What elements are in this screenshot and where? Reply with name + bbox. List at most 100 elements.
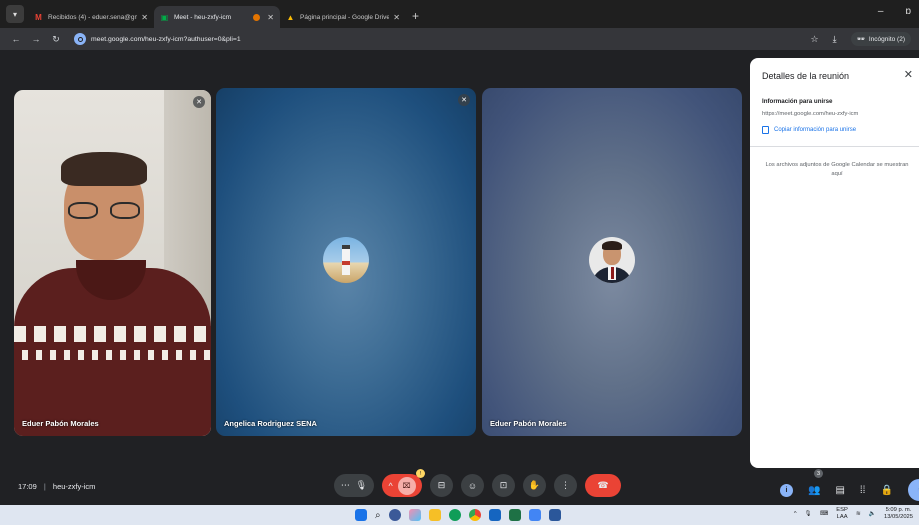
chevron-up-icon[interactable]: ^ bbox=[794, 511, 797, 517]
active-panel-icon[interactable]: ◔ bbox=[907, 479, 919, 501]
file-explorer-icon[interactable] bbox=[428, 509, 441, 521]
people-button[interactable]: 👥 bbox=[808, 485, 820, 496]
close-icon[interactable]: ✕ bbox=[141, 13, 148, 22]
bookmark-star-icon[interactable]: ☆ bbox=[811, 34, 819, 45]
incognito-badge[interactable]: 🕶 Incógnito (2) bbox=[850, 32, 911, 46]
captions-button[interactable]: ⊟ bbox=[430, 474, 453, 497]
mic-button[interactable]: ⋯ 🎙 bbox=[334, 474, 374, 497]
download-icon[interactable]: ⤓ bbox=[833, 34, 837, 45]
meet-app-icon[interactable] bbox=[388, 509, 401, 521]
meeting-info-icon[interactable]: i bbox=[780, 483, 793, 497]
copy-join-info-label: Copiar información para unirse bbox=[774, 127, 857, 133]
mic-muted-icon: ✕ bbox=[458, 94, 470, 106]
participant-name: Eduer Pabón Morales bbox=[22, 419, 99, 428]
excel-icon[interactable] bbox=[508, 509, 521, 521]
mic-muted-icon: ✕ bbox=[193, 96, 205, 108]
taskbar-clock[interactable]: 5:09 p. m. 13/05/2025 bbox=[884, 507, 913, 521]
close-icon[interactable]: ✕ bbox=[267, 13, 274, 22]
keyboard-icon[interactable]: ⌨ bbox=[820, 511, 828, 517]
camera-off-icon: ⌧ bbox=[397, 476, 416, 495]
participant-hair bbox=[61, 152, 147, 186]
man-avatar bbox=[589, 237, 635, 283]
edge-icon[interactable] bbox=[448, 509, 461, 521]
microphone-icon: 🎙 bbox=[355, 480, 368, 490]
copy-icon bbox=[762, 126, 769, 134]
tab-title: Página principal - Google Drive bbox=[300, 13, 390, 21]
notepad-icon[interactable] bbox=[528, 509, 541, 521]
meeting-time: 17:09 bbox=[18, 482, 37, 491]
participant-tile[interactable]: ✕ Eduer Pabón Morales bbox=[14, 90, 211, 436]
restore-icon[interactable]: ɒ bbox=[905, 6, 911, 17]
forward-icon[interactable]: → bbox=[28, 34, 44, 44]
chevron-up-icon: ^ bbox=[388, 480, 393, 491]
participant-name: Eduer Pabón Morales bbox=[490, 419, 567, 428]
reload-icon[interactable]: ↻ bbox=[48, 34, 64, 45]
back-icon[interactable]: ← bbox=[8, 34, 24, 44]
address-bar[interactable]: meet.google.com/heu-zxfy-icm?authuser=0&… bbox=[74, 31, 811, 47]
meeting-code: heu-zxfy-icm bbox=[52, 482, 96, 491]
meeting-time-and-code: 17:09 | heu-zxfy-icm bbox=[18, 482, 95, 491]
meet-control-bar: 17:09 | heu-zxfy-icm ⋯ 🎙 ^ ⌧ ! ⊟ ☺ ⊡ ✋ ⋮ bbox=[0, 469, 919, 505]
separator: | bbox=[43, 482, 46, 491]
tab-search-button[interactable]: ▾ bbox=[6, 5, 24, 23]
participant-tile[interactable]: Eduer Pabón Morales bbox=[482, 88, 742, 436]
host-controls-icon[interactable]: 🔒 bbox=[880, 485, 892, 496]
reactions-button[interactable]: ☺ bbox=[461, 474, 484, 497]
meeting-details-panel: Detalles de la reunión ✕ Información par… bbox=[750, 58, 919, 468]
meet-icon: ▣ bbox=[160, 12, 169, 22]
microphone-tray-icon[interactable]: 🎙 bbox=[805, 511, 812, 517]
emoji-icon: ☺ bbox=[467, 480, 478, 491]
tab-title: Meet - heu-zxfy-icm bbox=[174, 13, 232, 21]
chat-icon[interactable]: ▤ bbox=[835, 485, 844, 496]
vertical-dots-icon: ⋮ bbox=[561, 480, 570, 490]
attachments-note: Los archivos adjuntos de Google Calendar… bbox=[765, 162, 909, 177]
people-icon: 👥 bbox=[808, 484, 821, 496]
recording-indicator-icon bbox=[253, 13, 261, 21]
more-options-icon: ⋯ bbox=[340, 480, 350, 490]
windows-start-icon[interactable] bbox=[355, 509, 367, 521]
end-call-button[interactable]: ☎ bbox=[585, 474, 621, 497]
url-text: meet.google.com/heu-zxfy-icm?authuser=0&… bbox=[91, 35, 241, 43]
gmail-icon: M bbox=[35, 12, 42, 22]
volume-icon[interactable]: 🔈 bbox=[869, 511, 876, 517]
divider bbox=[750, 146, 919, 147]
new-tab-button[interactable]: + bbox=[412, 9, 419, 23]
meeting-link[interactable]: https://meet.google.com/heu-zxfy-icm bbox=[762, 111, 858, 117]
join-info-heading: Información para unirse bbox=[762, 98, 833, 105]
more-options-button[interactable]: ⋮ bbox=[554, 474, 577, 497]
language-code: ESP bbox=[836, 507, 848, 513]
hand-icon: ✋ bbox=[528, 480, 541, 490]
participant-glasses bbox=[66, 202, 142, 220]
side-controls: i 👥 3 ▤ ⁞⁞ 🔒 ◔ bbox=[780, 469, 919, 501]
raise-hand-button[interactable]: ✋ bbox=[523, 474, 546, 497]
chrome-icon[interactable] bbox=[468, 509, 481, 521]
hang-up-icon: ☎ bbox=[597, 480, 609, 490]
windows-taskbar: ⌕ ^ 🎙 ⌨ ESP LAA ≋ 🔈 5:09 p. m. 13/05/202… bbox=[0, 505, 919, 525]
camera-button[interactable]: ^ ⌧ ! bbox=[382, 469, 425, 497]
site-info-icon[interactable] bbox=[74, 33, 86, 45]
copilot-icon[interactable] bbox=[408, 509, 421, 521]
wifi-icon[interactable]: ≋ bbox=[856, 511, 861, 517]
browser-toolbar: ← → ↻ meet.google.com/heu-zxfy-icm?authu… bbox=[0, 28, 919, 50]
tab-drive[interactable]: ▲ Página principal - Google Drive ✕ bbox=[280, 6, 406, 28]
minimize-icon[interactable]: – bbox=[878, 6, 884, 17]
copy-join-info-button[interactable]: Copiar información para unirse bbox=[762, 126, 856, 134]
close-icon[interactable]: ✕ bbox=[904, 68, 913, 81]
lighthouse-avatar bbox=[323, 237, 369, 283]
present-button[interactable]: ⊡ bbox=[492, 474, 515, 497]
close-icon[interactable]: ✕ bbox=[393, 13, 400, 22]
taskbar-apps: ⌕ bbox=[355, 509, 561, 521]
clock-date: 13/05/2025 bbox=[883, 514, 913, 520]
clock-time: 5:09 p. m. bbox=[885, 507, 912, 513]
participant-tile[interactable]: ✕ Angelica Rodriguez SENA bbox=[216, 88, 476, 436]
tab-meet[interactable]: ▣ Meet - heu-zxfy-icm ✕ bbox=[154, 6, 280, 28]
tab-gmail[interactable]: M Recibidos (4) - eduer.sena@gm ✕ bbox=[28, 6, 154, 28]
language-indicator[interactable]: ESP LAA bbox=[836, 507, 848, 521]
word-icon[interactable] bbox=[548, 509, 561, 521]
call-controls: ⋯ 🎙 ^ ⌧ ! ⊟ ☺ ⊡ ✋ ⋮ ☎ bbox=[334, 469, 621, 497]
toolbar-actions: ☆ ⤓ 🕶 Incógnito (2) bbox=[811, 32, 911, 46]
participant-name: Angelica Rodriguez SENA bbox=[224, 419, 317, 428]
activities-icon[interactable]: ⁞⁞ bbox=[860, 485, 866, 496]
store-icon[interactable] bbox=[488, 509, 501, 521]
search-icon[interactable]: ⌕ bbox=[375, 510, 381, 521]
